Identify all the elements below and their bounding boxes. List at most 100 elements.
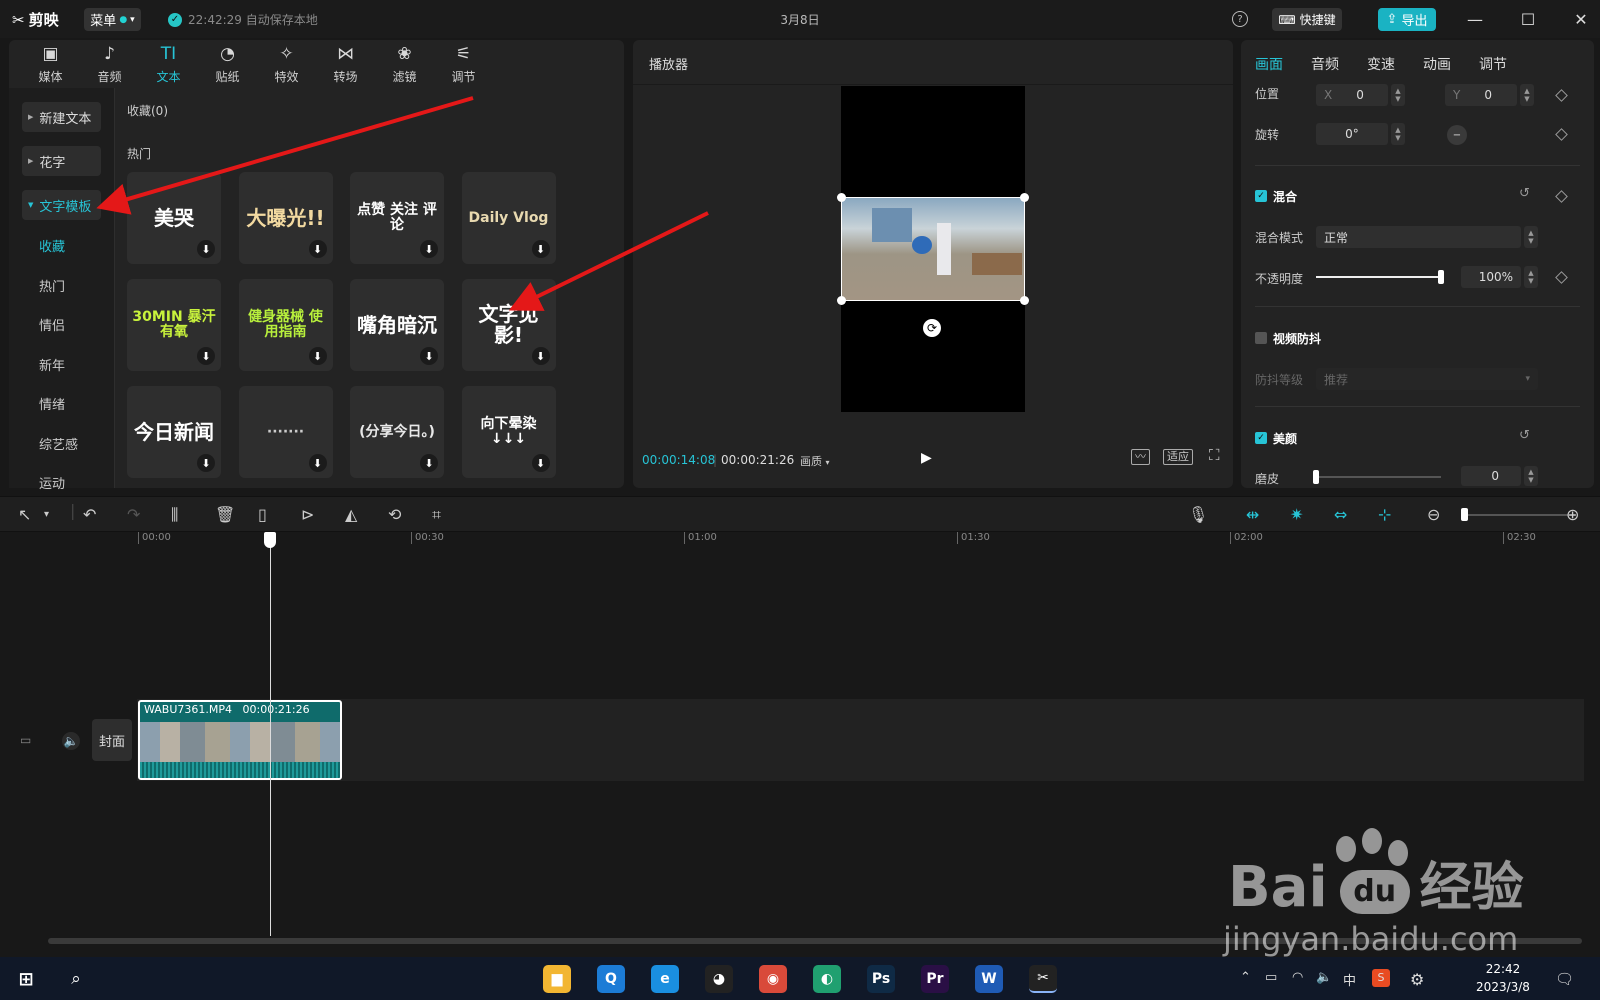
- edge-icon[interactable]: ◐: [813, 965, 841, 993]
- taskbar-clock[interactable]: 22:42 2023/3/8: [1470, 960, 1536, 996]
- zoom-in-icon[interactable]: ⊕: [1566, 505, 1579, 525]
- text-template-tile[interactable]: ······· ⬇: [238, 386, 333, 478]
- freeze-icon[interactable]: ▯: [258, 505, 267, 525]
- battery-icon[interactable]: ▭: [1265, 970, 1277, 985]
- premiere-icon[interactable]: Pr: [921, 965, 949, 993]
- keyframe-icon[interactable]: [1555, 271, 1568, 284]
- smooth-stepper[interactable]: ▲ ▼: [1524, 466, 1538, 486]
- text-template-tile[interactable]: 今日新闻 ⬇: [127, 386, 221, 478]
- resize-handle-br[interactable]: [1020, 296, 1029, 305]
- tray-chevron-icon[interactable]: ⌃: [1240, 970, 1251, 985]
- keyframe-icon[interactable]: [1555, 89, 1568, 102]
- sogou-icon[interactable]: S: [1372, 969, 1390, 987]
- nav-text-template[interactable]: ▼ 文字模板: [22, 190, 101, 220]
- position-y-stepper[interactable]: ▲ ▼: [1520, 84, 1534, 106]
- property-tab[interactable]: 音频: [1311, 54, 1339, 74]
- download-icon[interactable]: ⬇: [420, 347, 438, 365]
- microphone-icon[interactable]: 🎙: [1188, 505, 1208, 525]
- beauty-checkbox[interactable]: ✓: [1255, 432, 1267, 444]
- playhead-handle[interactable]: [264, 532, 276, 548]
- waveform-icon[interactable]: 〰: [1131, 449, 1150, 465]
- tab-sticker[interactable]: ◔ 贴纸: [198, 40, 257, 88]
- main-track[interactable]: [137, 699, 1584, 781]
- chrome-icon[interactable]: ◉: [759, 965, 787, 993]
- settings-gear-icon[interactable]: ⚙: [1410, 970, 1424, 989]
- select-tool-icon[interactable]: ↖: [18, 505, 31, 525]
- capcut-icon[interactable]: ✂: [1029, 965, 1057, 993]
- subnav-item[interactable]: 情侣: [39, 315, 65, 334]
- opacity-slider[interactable]: [1316, 270, 1444, 284]
- text-template-tile[interactable]: 点赞 关注 评论 ⬇: [350, 172, 444, 264]
- tab-effects[interactable]: ✧ 特效: [257, 40, 316, 88]
- property-tab[interactable]: 画面: [1255, 54, 1283, 74]
- rotate-icon[interactable]: ⟳: [923, 319, 941, 337]
- property-tab[interactable]: 动画: [1423, 54, 1451, 74]
- play-icon[interactable]: ▶: [921, 450, 932, 466]
- resize-handle-bl[interactable]: [837, 296, 846, 305]
- download-icon[interactable]: ⬇: [308, 454, 327, 472]
- property-tab[interactable]: 调节: [1479, 54, 1507, 74]
- shortcut-button[interactable]: ⌨ 快捷键: [1272, 8, 1342, 31]
- edge-legacy-icon[interactable]: e: [651, 965, 679, 993]
- position-x-stepper[interactable]: ▲ ▼: [1391, 84, 1405, 106]
- video-preview-frame[interactable]: [841, 197, 1025, 301]
- download-icon[interactable]: ⬇: [531, 347, 550, 365]
- nav-new-text[interactable]: ▶ 新建文本: [22, 102, 101, 132]
- tab-transition[interactable]: ⋈ 转场: [316, 40, 375, 88]
- position-x-input[interactable]: X0: [1316, 84, 1388, 106]
- export-button[interactable]: ⇪ 导出: [1378, 8, 1436, 31]
- wifi-icon[interactable]: ◠: [1292, 970, 1303, 985]
- fullscreen-icon[interactable]: ⛶: [1209, 446, 1220, 464]
- delete-icon[interactable]: 🗑: [215, 505, 235, 525]
- search-icon[interactable]: ⌕: [62, 965, 90, 993]
- text-template-tile[interactable]: 大曝光!! ⬇: [238, 172, 333, 264]
- position-y-input[interactable]: Y0: [1445, 84, 1517, 106]
- text-template-tile[interactable]: Daily Vlog ⬇: [461, 172, 556, 264]
- download-icon[interactable]: ⬇: [197, 347, 215, 365]
- text-template-tile[interactable]: 嘴角暗沉 ⬇: [350, 279, 444, 371]
- text-template-tile[interactable]: 健身器械 使用指南 ⬇: [238, 279, 333, 371]
- tab-media[interactable]: ▣ 媒体: [21, 40, 80, 88]
- rotate-stepper[interactable]: ▲ ▼: [1391, 123, 1405, 145]
- split-icon[interactable]: ⫼: [171, 505, 178, 525]
- redo-icon[interactable]: ↷: [127, 505, 140, 525]
- download-icon[interactable]: ⬇: [531, 240, 550, 258]
- download-icon[interactable]: ⬇: [197, 240, 215, 258]
- track-visibility-icon[interactable]: ▭: [20, 733, 31, 747]
- project-title[interactable]: 3月8日: [740, 11, 860, 28]
- text-template-tile[interactable]: 美哭 ⬇: [127, 172, 221, 264]
- qq-icon[interactable]: ◕: [705, 965, 733, 993]
- subnav-item[interactable]: 收藏: [39, 236, 65, 255]
- stabilize-checkbox[interactable]: [1255, 332, 1267, 344]
- download-icon[interactable]: ⬇: [420, 240, 438, 258]
- blend-mode-select[interactable]: 正常: [1316, 226, 1521, 248]
- subnav-item[interactable]: 热门: [39, 276, 65, 295]
- ime-indicator[interactable]: 中: [1343, 970, 1356, 989]
- smooth-slider[interactable]: [1313, 470, 1441, 484]
- rotate-dial-icon[interactable]: −: [1447, 125, 1467, 145]
- subnav-item[interactable]: 运动: [39, 473, 65, 492]
- opacity-stepper[interactable]: ▲ ▼: [1524, 266, 1538, 288]
- tab-filter[interactable]: ❀ 滤镜: [375, 40, 434, 88]
- zoom-slider-knob[interactable]: [1461, 508, 1468, 521]
- rotate-clip-icon[interactable]: ⟲: [388, 505, 401, 525]
- download-icon[interactable]: ⬇: [308, 347, 327, 365]
- opacity-slider-knob[interactable]: [1438, 270, 1444, 284]
- close-icon[interactable]: ✕: [1569, 8, 1593, 30]
- crop-icon[interactable]: ⌗: [432, 505, 441, 525]
- tab-text[interactable]: TI 文本: [139, 40, 198, 88]
- maximize-icon[interactable]: ☐: [1516, 8, 1540, 30]
- search-app-icon[interactable]: Q: [597, 965, 625, 993]
- notification-icon[interactable]: 🗨: [1555, 970, 1574, 988]
- download-icon[interactable]: ⬇: [308, 240, 327, 258]
- resize-handle-tr[interactable]: [1020, 193, 1029, 202]
- text-template-tile[interactable]: 文字见影! ⬇: [461, 279, 556, 371]
- undo-icon[interactable]: ↶: [83, 505, 96, 525]
- volume-icon[interactable]: 🔈: [1316, 970, 1332, 985]
- keyframe-icon[interactable]: [1555, 128, 1568, 141]
- zoom-out-icon[interactable]: ⊖: [1427, 505, 1440, 525]
- chevron-down-icon[interactable]: ▾: [44, 505, 49, 525]
- text-template-tile[interactable]: 向下晕染 ↓↓↓ ⬇: [461, 386, 556, 478]
- menu-button[interactable]: 菜单 ● ▾: [84, 8, 141, 31]
- link-clips-icon[interactable]: ⇔: [1334, 505, 1347, 525]
